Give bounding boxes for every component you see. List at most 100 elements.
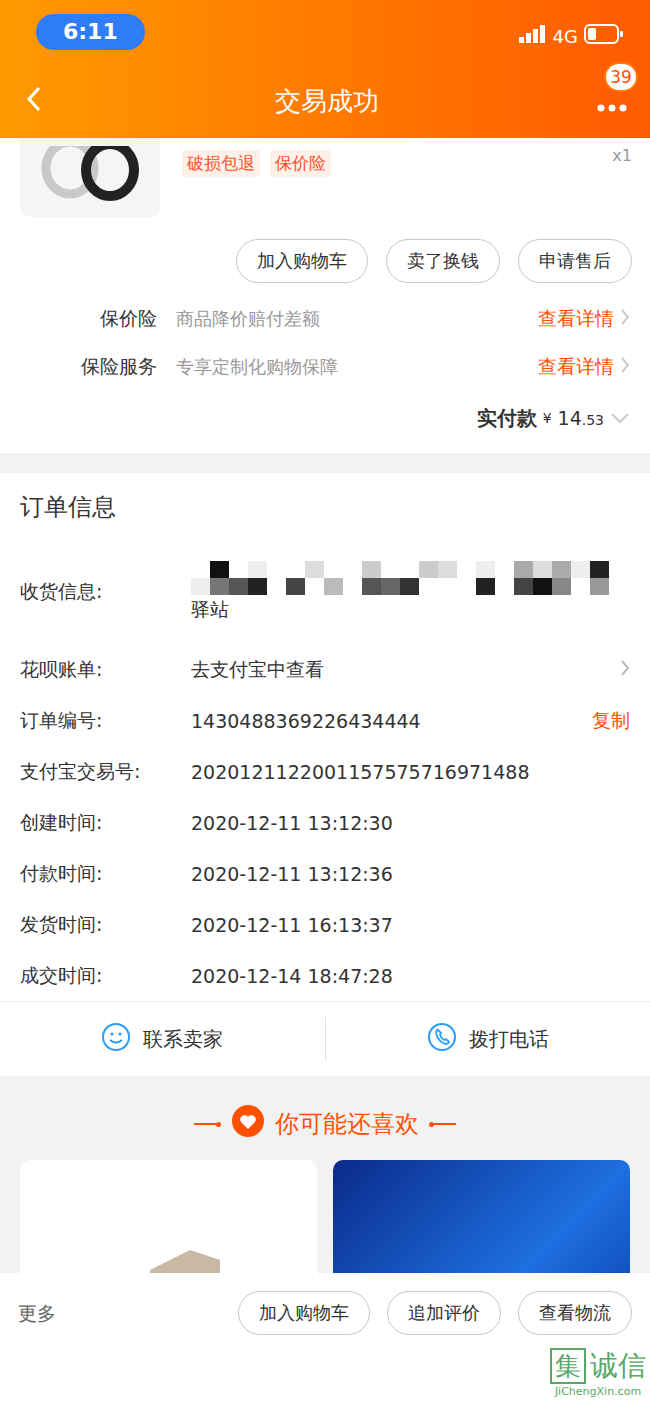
order-row: 付款时间:2020-12-11 13:12:36 <box>0 848 650 899</box>
mosaic-cell <box>191 561 210 578</box>
mosaic-cell <box>400 578 419 595</box>
decoration <box>194 1122 221 1127</box>
line <box>194 1123 216 1125</box>
divider <box>0 453 650 473</box>
mosaic-cell <box>324 561 343 578</box>
watermark-mark: 集 <box>550 1348 586 1384</box>
mosaic-cell <box>590 578 609 595</box>
address-row: 收货信息:驿站 <box>0 540 650 644</box>
order-row[interactable]: 花呗账单:去支付宝中查看 <box>0 644 650 695</box>
row-value: 2020121122001157575716971488 <box>191 761 630 783</box>
detail-text: 查看详情 <box>538 354 614 380</box>
service-list: 保价险商品降价赔付差额查看详情保险服务专享定制化购物保障查看详情 <box>0 295 650 391</box>
contact-bar: 联系卖家 拨打电话 <box>0 1001 650 1076</box>
mosaic-cell <box>552 578 571 595</box>
watermark: 集诚信JiChengXin.com <box>550 1347 646 1398</box>
mosaic-cell <box>457 578 476 595</box>
chat-icon <box>101 1022 131 1057</box>
nav-bar: 交易成功 39 <box>0 64 650 138</box>
contact-label: 联系卖家 <box>143 1026 223 1053</box>
row-value: 去支付宝中查看 <box>191 657 620 683</box>
network-label: 4G <box>553 26 578 47</box>
mosaic-cell <box>286 561 305 578</box>
detail-link[interactable]: 查看详情 <box>538 306 630 332</box>
contact-button[interactable]: 联系卖家 <box>0 1022 325 1057</box>
mosaic-cell <box>571 578 590 595</box>
action-button[interactable]: 申请售后 <box>518 239 632 283</box>
bottom-button[interactable]: 加入购物车 <box>238 1291 370 1335</box>
line <box>434 1123 456 1125</box>
mosaic-cell <box>210 561 229 578</box>
mosaic-cell <box>495 578 514 595</box>
mosaic-cell <box>324 578 343 595</box>
mosaic-cell <box>381 561 400 578</box>
mosaic-cell <box>229 561 248 578</box>
row-value: 2020-12-11 16:13:37 <box>191 914 630 936</box>
watermark-site: JiChengXin.com <box>555 1385 641 1398</box>
row-label: 成交时间: <box>20 963 191 989</box>
signal-icon <box>519 25 547 47</box>
chevron-icon <box>620 308 630 330</box>
row-label: 花呗账单: <box>20 657 191 683</box>
mosaic-cell <box>552 561 571 578</box>
row-value: 1430488369226434444 <box>191 710 592 732</box>
page-title: 交易成功 <box>275 84 379 119</box>
watermark-name: 诚信 <box>590 1347 646 1385</box>
mosaic-cell <box>362 561 381 578</box>
back-icon[interactable] <box>24 84 44 118</box>
mosaic-cell <box>267 578 286 595</box>
product-info: 破损包退保价险 x1 <box>160 138 632 177</box>
mosaic-cell <box>533 578 552 595</box>
mosaic-cell <box>267 561 286 578</box>
service-row: 保价险商品降价赔付差额查看详情 <box>0 295 650 343</box>
battery-icon <box>584 24 624 48</box>
mosaic-cell <box>210 578 229 595</box>
product-row: 破损包退保价险 x1 <box>0 138 650 217</box>
amount-decimal: .53 <box>582 412 604 428</box>
more-link[interactable]: 更多 <box>18 1301 238 1327</box>
mosaic-cell <box>514 561 533 578</box>
order-row[interactable]: 订单编号:1430488369226434444复制 <box>0 695 650 746</box>
mosaic-cell <box>343 561 362 578</box>
address-tail: 驿站 <box>191 597 609 623</box>
order-info: 订单信息收货信息:驿站花呗账单:去支付宝中查看订单编号:143048836922… <box>0 473 650 1076</box>
payment-label: 实付款 <box>477 405 537 432</box>
row-label: 支付宝交易号: <box>20 759 191 785</box>
blurred-address <box>191 561 609 595</box>
row-value: 2020-12-11 13:12:30 <box>191 812 630 834</box>
order-row: 支付宝交易号:2020121122001157575716971488 <box>0 746 650 797</box>
order-row: 发货时间:2020-12-11 16:13:37 <box>0 899 650 950</box>
copy-button[interactable]: 复制 <box>592 708 630 734</box>
mosaic-cell <box>191 578 210 595</box>
row-label: 发货时间: <box>20 912 191 938</box>
recommend-text: 你可能还喜欢 <box>275 1108 419 1140</box>
detail-text: 查看详情 <box>538 306 614 332</box>
more-button[interactable]: 39 <box>594 96 630 116</box>
bottom-button[interactable]: 查看物流 <box>518 1291 632 1335</box>
chevron-icon <box>620 356 630 378</box>
service-tag: 保价险 <box>270 150 331 177</box>
row-value: 2020-12-14 18:47:28 <box>191 965 630 987</box>
more-icon <box>597 97 627 116</box>
bottom-button[interactable]: 追加评价 <box>387 1291 501 1335</box>
earring-icon <box>35 146 145 210</box>
detail-link[interactable]: 查看详情 <box>538 354 630 380</box>
row-label: 创建时间: <box>20 810 191 836</box>
clock: 6:11 <box>36 14 145 50</box>
mosaic-cell <box>590 561 609 578</box>
action-buttons: 加入购物车卖了换钱申请售后 <box>0 217 650 283</box>
status-icons: 4G <box>519 24 624 48</box>
mosaic-cell <box>362 578 381 595</box>
mosaic-cell <box>457 561 476 578</box>
action-button[interactable]: 加入购物车 <box>236 239 368 283</box>
quantity: x1 <box>612 146 632 177</box>
contact-button[interactable]: 拨打电话 <box>326 1022 650 1057</box>
mosaic-cell <box>400 561 419 578</box>
action-button[interactable]: 卖了换钱 <box>386 239 500 283</box>
expand-icon[interactable] <box>610 409 630 428</box>
mosaic-cell <box>533 561 552 578</box>
status-bar: 6:11 4G <box>0 0 650 64</box>
service-tag: 破损包退 <box>182 150 260 177</box>
service-desc: 专享定制化购物保障 <box>176 355 538 379</box>
mosaic-cell <box>381 578 400 595</box>
